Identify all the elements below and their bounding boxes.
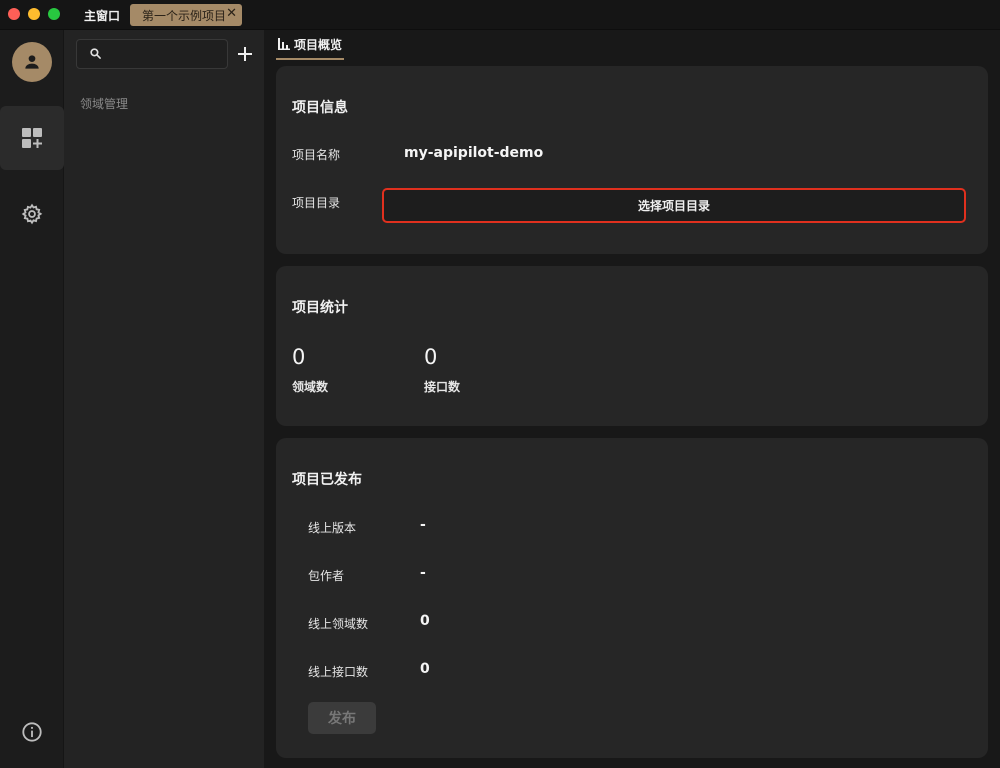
api-count-label: 接口数: [424, 380, 461, 394]
online-api-count-value: 0: [420, 661, 430, 677]
project-stats-card: 项目统计 0 领域数 0 接口数: [276, 266, 988, 426]
domain-manage-label: 领域管理: [80, 97, 129, 111]
online-api-count-label: 线上接口数: [308, 665, 369, 679]
nav-rail: [0, 30, 64, 768]
search-box[interactable]: [76, 39, 228, 69]
api-count-value: 0: [424, 345, 438, 369]
gear-icon: [21, 203, 43, 225]
maximize-window-button[interactable]: [48, 8, 60, 20]
title-bar: 主窗口 第一个示例项目 ✕: [0, 0, 1000, 30]
user-avatar-icon: [25, 55, 39, 69]
rail-item-settings[interactable]: [0, 182, 64, 246]
online-version-label: 线上版本: [308, 521, 357, 535]
online-domain-count-value: 0: [420, 613, 430, 629]
package-author-label: 包作者: [308, 569, 345, 583]
tab-project-label: 第一个示例项目: [142, 8, 227, 23]
search-input[interactable]: [109, 44, 221, 64]
domain-count-label: 领域数: [292, 380, 329, 394]
plus-icon: [238, 47, 252, 61]
project-stats-title: 项目统计: [292, 300, 348, 316]
rail-item-info[interactable]: [0, 700, 64, 764]
tab-overview-label: 项目概览: [294, 37, 343, 52]
package-author-value: -: [420, 565, 426, 581]
add-widget-icon: [22, 128, 42, 148]
rail-item-projects[interactable]: [0, 106, 64, 170]
publish-button[interactable]: 发布: [308, 702, 376, 734]
project-dir-label: 项目目录: [292, 196, 341, 210]
project-name-value: my-apipilot-demo: [404, 145, 544, 161]
add-domain-button[interactable]: [234, 43, 256, 65]
online-domain-count-label: 线上领域数: [308, 617, 369, 631]
avatar[interactable]: [12, 42, 52, 82]
tab-main-window[interactable]: 主窗口: [84, 7, 120, 24]
bar-chart-icon: [278, 38, 290, 50]
domain-count-value: 0: [292, 345, 306, 369]
sidebar: 领域管理: [64, 30, 264, 768]
close-icon[interactable]: ✕: [226, 6, 237, 21]
tab-overview[interactable]: 项目概览: [276, 30, 345, 60]
select-directory-button[interactable]: 选择项目目录: [382, 188, 966, 223]
minimize-window-button[interactable]: [28, 8, 40, 20]
online-version-value: -: [420, 517, 426, 533]
close-window-button[interactable]: [8, 8, 20, 20]
info-icon: [22, 722, 42, 742]
project-published-title: 项目已发布: [292, 472, 362, 488]
project-name-label: 项目名称: [292, 148, 341, 162]
search-icon: [90, 48, 101, 59]
project-info-card: 项目信息 项目名称 my-apipilot-demo 项目目录 选择项目目录: [276, 66, 988, 254]
project-info-title: 项目信息: [292, 100, 348, 116]
project-published-card: 项目已发布 线上版本 - 包作者 - 线上领域数 0 线上接口数 0 发布: [276, 438, 988, 758]
main-content: 项目概览 项目信息 项目名称 my-apipilot-demo 项目目录 选择项…: [264, 30, 1000, 768]
tab-project[interactable]: 第一个示例项目 ✕: [130, 4, 242, 26]
